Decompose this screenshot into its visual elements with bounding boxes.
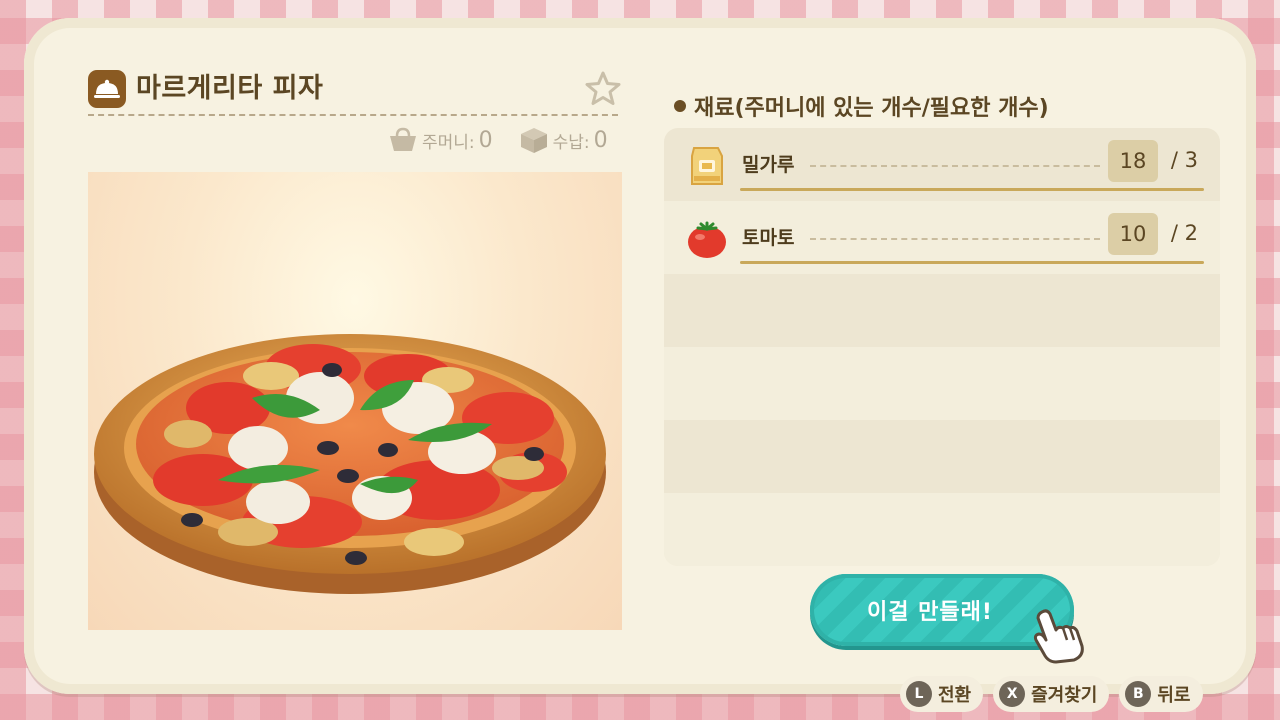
bullet-icon — [674, 100, 686, 112]
ingredient-row[interactable]: 토마토 10 / 2 — [664, 201, 1220, 274]
l-button-icon: L — [906, 681, 932, 707]
cloche-icon — [88, 70, 126, 108]
pocket-label: 주머니: — [422, 132, 475, 153]
favorite-control[interactable]: X 즐겨찾기 — [993, 676, 1110, 712]
ingredient-have-count: 10 — [1108, 213, 1158, 255]
craft-button-label: 이걸 만들래! — [867, 600, 993, 625]
ingredient-underline — [740, 188, 1204, 191]
flour-bag-icon — [691, 147, 723, 185]
ingredient-need-count: / 2 — [1170, 221, 1198, 245]
ingredient-underline — [740, 261, 1204, 264]
title-divider — [88, 114, 618, 116]
ingredients-header-text: 재료(주머니에 있는 개수/필요한 개수) — [694, 96, 1049, 121]
ingredients-header: 재료(주머니에 있는 개수/필요한 개수) — [674, 90, 1049, 122]
recipe-title-bar: 마르게리타 피자 — [88, 70, 621, 120]
leader-dots — [810, 165, 1100, 167]
margherita-pizza-image — [94, 334, 606, 594]
pocket-bag-icon — [390, 127, 416, 151]
back-label: 뒤로 — [1157, 685, 1191, 706]
ingredients-list: 밀가루 18 / 3 토마토 10 / 2 — [664, 128, 1220, 566]
item-counts: 주머니: 0 수납: 0 — [388, 126, 608, 154]
ingredient-need-count: / 3 — [1170, 148, 1198, 172]
favorite-label: 즐겨찾기 — [1031, 685, 1098, 706]
button-prompts: L 전환 X 즐겨찾기 B 뒤로 — [900, 676, 1203, 712]
storage-box-icon — [520, 128, 547, 153]
back-control[interactable]: B 뒤로 — [1119, 676, 1203, 712]
pocket-value: 0 — [478, 127, 493, 153]
recipe-title: 마르게리타 피자 — [136, 73, 324, 104]
x-button-icon: X — [999, 681, 1026, 707]
storage-count: 수납: 0 — [519, 126, 608, 154]
ingredient-name: 토마토 — [742, 227, 795, 249]
leader-dots — [810, 238, 1100, 240]
tomato-icon — [688, 221, 726, 258]
b-button-icon: B — [1125, 681, 1152, 707]
pocket-count: 주머니: 0 — [388, 127, 493, 153]
pointer-hand-icon — [1033, 609, 1084, 664]
storage-label: 수납: — [552, 132, 590, 153]
switch-control[interactable]: L 전환 — [900, 676, 984, 712]
ingredient-row[interactable]: 밀가루 18 / 3 — [664, 128, 1220, 201]
ingredient-have-count: 18 — [1108, 140, 1158, 182]
recipe-preview — [88, 172, 622, 630]
storage-value: 0 — [593, 127, 608, 153]
favorite-star-icon[interactable] — [584, 70, 622, 112]
switch-label: 전환 — [938, 685, 972, 706]
ingredient-name: 밀가루 — [742, 154, 795, 176]
